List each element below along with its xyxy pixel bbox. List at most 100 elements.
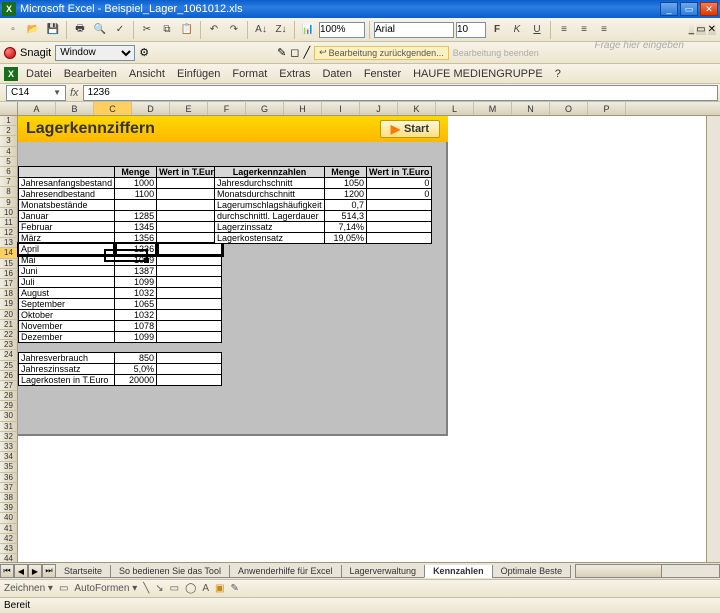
draw-menu[interactable]: Zeichnen ▾ (4, 583, 53, 594)
tab-prev-button[interactable]: ◀ (14, 564, 28, 578)
column-header[interactable]: N (512, 102, 550, 115)
row-header[interactable]: 29 (0, 401, 18, 411)
maximize-button[interactable]: ▭ (680, 2, 698, 16)
menu-einfuegen[interactable]: Einfügen (171, 66, 226, 82)
paste-icon[interactable]: 📋 (178, 21, 196, 39)
menu-format[interactable]: Format (226, 66, 273, 82)
row-header[interactable]: 36 (0, 473, 18, 483)
row-header[interactable]: 30 (0, 411, 18, 421)
row-header[interactable]: 4 (0, 147, 18, 157)
cut-icon[interactable]: ✂ (138, 21, 156, 39)
row-header[interactable]: 6 (0, 167, 18, 177)
row-header[interactable]: 31 (0, 422, 18, 432)
row-header[interactable]: 18 (0, 289, 18, 299)
horizontal-scrollbar[interactable] (575, 564, 720, 578)
row-header[interactable]: 32 (0, 432, 18, 442)
close-button[interactable]: ✕ (700, 2, 718, 16)
snagit-settings-icon[interactable]: ⚙ (139, 46, 149, 59)
column-header[interactable]: A (18, 102, 56, 115)
row-header[interactable]: 5 (0, 157, 18, 167)
row-header[interactable]: 42 (0, 534, 18, 544)
select-objects-icon[interactable]: ▭ (59, 583, 68, 594)
row-header[interactable]: 34 (0, 452, 18, 462)
row-header[interactable]: 39 (0, 503, 18, 513)
sheet-tab[interactable]: So bedienen Sie das Tool (110, 565, 230, 578)
undo-icon[interactable]: ↶ (205, 21, 223, 39)
row-header[interactable]: 3 (0, 136, 18, 146)
sheet-tab[interactable]: Kennzahlen (424, 565, 493, 578)
arrow-icon[interactable]: ↘ (155, 583, 163, 594)
doc-restore-button[interactable]: ▭ (696, 24, 705, 35)
row-header[interactable]: 7 (0, 177, 18, 187)
sheet-tab[interactable]: Lagerverwaltung (341, 565, 426, 578)
row-header[interactable]: 26 (0, 371, 18, 381)
column-header[interactable]: B (56, 102, 94, 115)
row-header[interactable]: 37 (0, 483, 18, 493)
column-header[interactable]: L (436, 102, 474, 115)
column-header[interactable]: F (208, 102, 246, 115)
font-name-input[interactable] (374, 22, 454, 38)
column-header[interactable]: D (132, 102, 170, 115)
column-header[interactable]: C (94, 102, 132, 115)
row-header[interactable]: 22 (0, 330, 18, 340)
new-icon[interactable]: ▫ (4, 21, 22, 39)
copy-icon[interactable]: ⧉ (158, 21, 176, 39)
row-header[interactable]: 16 (0, 269, 18, 279)
italic-icon[interactable]: K (508, 21, 526, 39)
menu-ansicht[interactable]: Ansicht (123, 66, 171, 82)
doc-minimize-button[interactable]: _ (689, 24, 695, 35)
row-header[interactable]: 19 (0, 299, 18, 309)
sort-desc-icon[interactable]: Z↓ (272, 21, 290, 39)
row-header[interactable]: 15 (0, 259, 18, 269)
select-all-corner[interactable] (0, 102, 18, 115)
menu-help[interactable]: ? (549, 66, 567, 82)
row-header[interactable]: 1 (0, 116, 18, 126)
row-header[interactable]: 23 (0, 340, 18, 350)
row-header[interactable]: 40 (0, 513, 18, 523)
row-header[interactable]: 24 (0, 350, 18, 360)
sheet-tab[interactable]: Anwenderhilfe für Excel (229, 565, 342, 578)
open-icon[interactable]: 📂 (24, 21, 42, 39)
row-header[interactable]: 2 (0, 126, 18, 136)
snagit-capture-icon[interactable] (4, 47, 16, 59)
edit-notice[interactable]: ↩ Bearbeitung zurückgenden... (314, 46, 449, 60)
fill-color-icon[interactable]: ▣ (215, 583, 224, 594)
sheet-tab[interactable]: Optimale Beste (492, 565, 572, 578)
column-header[interactable]: O (550, 102, 588, 115)
oval-icon[interactable]: ◯ (185, 583, 196, 594)
row-header[interactable]: 14 (0, 248, 18, 258)
redo-icon[interactable]: ↷ (225, 21, 243, 39)
textbox-icon[interactable]: A (202, 583, 209, 594)
column-header[interactable]: I (322, 102, 360, 115)
menu-daten[interactable]: Daten (316, 66, 357, 82)
menu-bearbeiten[interactable]: Bearbeiten (58, 66, 123, 82)
row-header[interactable]: 13 (0, 238, 18, 248)
tab-last-button[interactable]: ⏭ (42, 564, 56, 578)
row-header[interactable]: 35 (0, 462, 18, 472)
chart-icon[interactable]: 📊 (299, 21, 317, 39)
font-size-input[interactable] (456, 22, 486, 38)
menu-extras[interactable]: Extras (273, 66, 316, 82)
column-header[interactable]: M (474, 102, 512, 115)
minimize-button[interactable]: _ (660, 2, 678, 16)
column-header[interactable]: G (246, 102, 284, 115)
name-box[interactable]: C14 ▼ (6, 85, 66, 101)
bold-icon[interactable]: F (488, 21, 506, 39)
column-header[interactable]: J (360, 102, 398, 115)
fx-icon[interactable]: fx (66, 87, 83, 99)
row-header[interactable]: 21 (0, 320, 18, 330)
doc-close-button[interactable]: ✕ (708, 24, 716, 35)
underline-icon[interactable]: U (528, 21, 546, 39)
print-icon[interactable]: 🖶 (71, 21, 89, 39)
row-header[interactable]: 11 (0, 218, 18, 228)
line-tool-icon[interactable]: ╱ (303, 46, 310, 59)
preview-icon[interactable]: 🔍 (91, 21, 109, 39)
column-header[interactable]: E (170, 102, 208, 115)
line-color-icon[interactable]: ✎ (230, 583, 238, 594)
row-header[interactable]: 43 (0, 544, 18, 554)
line-icon[interactable]: ╲ (143, 583, 149, 594)
save-icon[interactable]: 💾 (44, 21, 62, 39)
tab-next-button[interactable]: ▶ (28, 564, 42, 578)
row-header[interactable]: 8 (0, 187, 18, 197)
spell-icon[interactable]: ✓ (111, 21, 129, 39)
